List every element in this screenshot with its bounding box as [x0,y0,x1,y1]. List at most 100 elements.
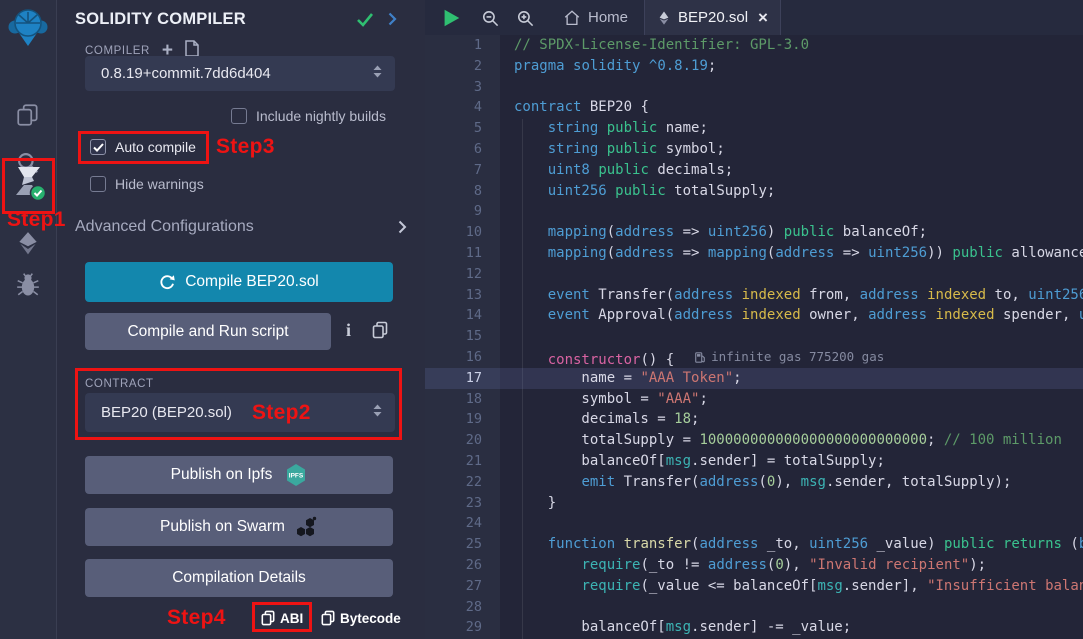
line-number: 27 [425,576,482,597]
contract-section-label: CONTRACT [85,378,154,390]
file-explorer-icon[interactable] [15,102,41,133]
code-line[interactable]: 7 uint8 public decimals; [425,160,1083,181]
hide-warnings-label: Hide warnings [115,176,204,192]
code-line[interactable]: 28 [425,597,1083,618]
line-number: 22 [425,472,482,493]
debugger-bug-icon[interactable] [15,272,41,303]
refresh-icon [159,274,176,291]
panel-chevron-right-icon[interactable] [388,12,397,31]
nightly-builds-label: Include nightly builds [256,108,386,124]
zoom-out-icon[interactable] [481,9,500,33]
home-icon [563,9,581,27]
copy-icon [321,610,335,626]
auto-compile-checkbox[interactable]: Auto compile [90,139,196,155]
copy-bytecode-button[interactable]: Bytecode [321,610,401,626]
checkbox-box[interactable] [90,139,106,155]
code-line[interactable]: 5 string public name; [425,118,1083,139]
publish-ipfs-button[interactable]: Publish on Ipfs IPFS [85,456,393,494]
line-number: 29 [425,617,482,638]
checkbox-box[interactable] [231,108,247,124]
tab-home[interactable]: Home [551,0,640,35]
copy-icon[interactable] [372,321,388,344]
code-line[interactable]: 29 balanceOf[msg.sender] -= _value; [425,617,1083,638]
gas-estimate-widget: infinite gas 775200 gas [694,347,884,368]
compiler-version-value: 0.8.19+commit.7dd6d404 [101,65,271,82]
gas-pump-icon [694,351,706,364]
solidity-compiler-icon[interactable] [10,164,46,207]
tab-file-label: BEP20.sol [678,9,748,26]
checkbox-box[interactable] [90,176,106,192]
info-icon[interactable]: i [346,320,351,341]
line-number: 10 [425,222,482,243]
publish-swarm-label: Publish on Swarm [160,518,285,536]
line-number: 18 [425,389,482,410]
code-line[interactable]: 9 [425,201,1083,222]
compile-and-run-button[interactable]: Compile and Run script [85,313,331,350]
code-line[interactable]: 11 mapping(address => mapping(address =>… [425,243,1083,264]
zoom-in-icon[interactable] [516,9,535,33]
copy-icon [261,610,275,626]
bytecode-label: Bytecode [340,611,401,626]
run-script-play-icon[interactable] [440,7,462,34]
hide-warnings-checkbox[interactable]: Hide warnings [90,176,204,192]
code-line[interactable]: 4contract BEP20 { [425,97,1083,118]
code-line[interactable]: 16 constructor() {infinite gas 775200 ga… [425,347,1083,368]
compilation-details-button[interactable]: Compilation Details [85,559,393,597]
nightly-builds-checkbox[interactable]: Include nightly builds [231,108,386,124]
code-line[interactable]: 13 event Transfer(address indexed from, … [425,285,1083,306]
code-line[interactable]: 20 totalSupply = 10000000000000000000000… [425,430,1083,451]
line-number: 1 [425,35,482,56]
code-line[interactable]: 27 require(_value <= balanceOf[msg.sende… [425,576,1083,597]
code-line[interactable]: 3 [425,77,1083,98]
select-arrows-icon [373,65,382,83]
advanced-configurations-toggle[interactable]: Advanced Configurations [75,218,407,236]
code-line[interactable]: 2pragma solidity ^0.8.19; [425,56,1083,77]
compile-button[interactable]: Compile BEP20.sol [85,262,393,302]
deploy-run-icon[interactable] [15,230,41,261]
code-line[interactable]: 26 require(_to != address(0), "Invalid r… [425,555,1083,576]
line-number: 6 [425,139,482,160]
line-number: 24 [425,513,482,534]
contract-select[interactable]: BEP20 (BEP20.sol) [85,393,395,432]
line-number: 12 [425,264,482,285]
code-line[interactable]: 14 event Approval(address indexed owner,… [425,305,1083,326]
code-line[interactable]: 8 uint256 public totalSupply; [425,181,1083,202]
line-number: 17 [425,368,482,389]
code-line[interactable]: 18 symbol = "AAA"; [425,389,1083,410]
code-line[interactable]: 22 emit Transfer(address(0), msg.sender,… [425,472,1083,493]
code-line[interactable]: 19 decimals = 18; [425,409,1083,430]
code-line[interactable]: 6 string public symbol; [425,139,1083,160]
code-line[interactable]: 25 function transfer(address _to, uint25… [425,534,1083,555]
code-line[interactable]: 23 } [425,493,1083,514]
code-line[interactable]: 10 mapping(address => uint256) public ba… [425,222,1083,243]
line-number: 13 [425,285,482,306]
copy-abi-button[interactable]: ABI [261,610,303,626]
solidity-compiler-panel: SOLIDITY COMPILER COMPILER + 0.8.19+comm… [57,0,425,639]
code-area[interactable]: 1// SPDX-License-Identifier: GPL-3.02pra… [425,35,1083,639]
tab-bep20-sol[interactable]: BEP20.sol × [644,0,781,35]
code-line[interactable]: 17 name = "AAA Token"; [425,368,1083,389]
compiler-version-select[interactable]: 0.8.19+commit.7dd6d404 [85,56,395,91]
remix-logo-icon[interactable] [6,6,50,55]
line-number: 8 [425,181,482,202]
activity-bar [0,0,57,639]
panel-title: SOLIDITY COMPILER [75,10,246,29]
line-number: 21 [425,451,482,472]
line-number: 7 [425,160,482,181]
line-number: 15 [425,326,482,347]
code-line[interactable]: 24 [425,513,1083,534]
line-number: 2 [425,56,482,77]
tab-close-icon[interactable]: × [758,8,768,28]
publish-swarm-button[interactable]: Publish on Swarm [85,508,393,546]
line-number: 11 [425,243,482,264]
code-line[interactable]: 1// SPDX-License-Identifier: GPL-3.0 [425,35,1083,56]
compilation-details-label: Compilation Details [172,569,306,587]
select-arrows-icon [373,404,382,422]
code-line[interactable]: 12 [425,264,1083,285]
code-line[interactable]: 21 balanceOf[msg.sender] = totalSupply; [425,451,1083,472]
code-line[interactable]: 15 [425,326,1083,347]
line-number: 9 [425,201,482,222]
line-number: 20 [425,430,482,451]
line-number: 25 [425,534,482,555]
editor-tab-bar: Home BEP20.sol × [425,0,1083,35]
